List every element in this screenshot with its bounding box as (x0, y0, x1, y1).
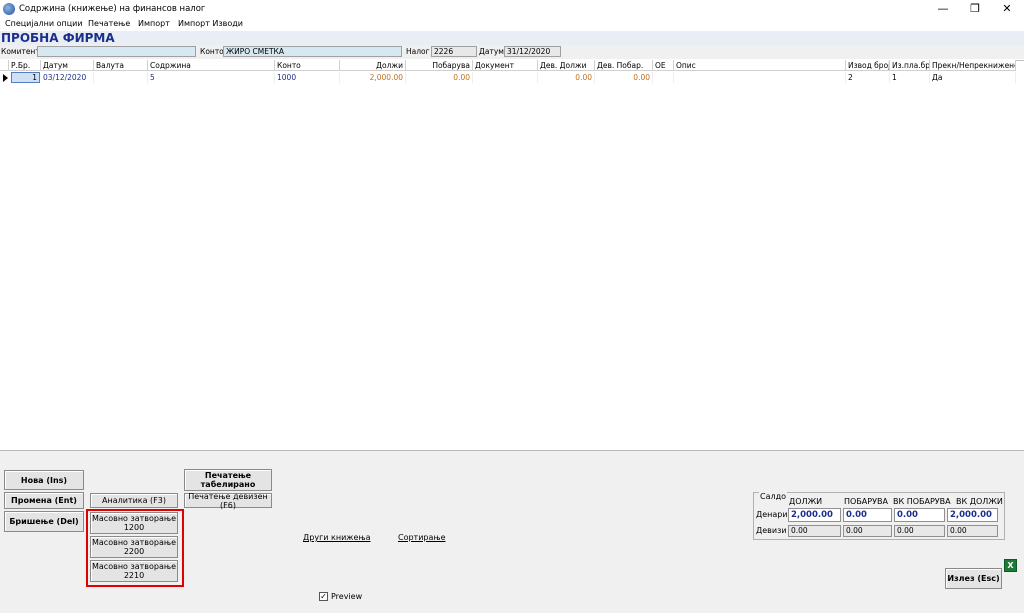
edit-button[interactable]: Промена (Ent) (4, 492, 84, 509)
row-statement-no-cell[interactable]: 2 (846, 72, 890, 83)
komitent-label: Комитент (1, 47, 40, 56)
current-row-indicator-icon (3, 74, 8, 82)
balance-header-total-debit: ВК ДОЛЖИ (956, 497, 1003, 506)
column-header-rbr[interactable]: Р.Бр. (9, 60, 41, 71)
menu-import-statements[interactable]: Импорт Изводи (178, 19, 243, 28)
balance-denari-label: Денари (756, 510, 788, 519)
column-header-fx-debit[interactable]: Дев. Должи (538, 60, 595, 71)
balance-denari-total-credit[interactable]: 0.00 (894, 508, 945, 522)
minimize-button[interactable]: — (928, 0, 958, 18)
balance-devizi-total-credit[interactable]: 0.00 (894, 525, 945, 537)
row-date-cell[interactable]: 03/12/2020 (41, 72, 94, 83)
row-oe-cell[interactable] (653, 72, 674, 83)
column-header-fx-credit[interactable]: Дев. Побар. (595, 60, 653, 71)
balance-denari-credit[interactable]: 0.00 (843, 508, 892, 522)
exit-button[interactable]: Излез (Esc) (945, 568, 1002, 589)
excel-export-icon[interactable]: X (1004, 559, 1017, 572)
sorting-link[interactable]: Сортирање (398, 533, 446, 542)
row-debit-cell[interactable]: 2,000.00 (340, 72, 406, 83)
balance-devizi-credit[interactable]: 0.00 (843, 525, 892, 537)
analytics-button[interactable]: Аналитика (F3) (90, 493, 178, 508)
row-document-cell[interactable] (473, 72, 538, 83)
window-title: Содржина (книжење) на финансов налог (19, 4, 206, 14)
balance-header-debit: ДОЛЖИ (789, 497, 823, 506)
konto-field[interactable]: ЖИРО СМЕТКА (223, 46, 402, 57)
column-header-credit[interactable]: Побарува (406, 60, 473, 71)
row-posted-cell[interactable]: Да (930, 72, 1016, 83)
column-header-date[interactable]: Датум (41, 60, 94, 71)
balance-title: Салдо (759, 492, 788, 501)
nalog-field[interactable]: 2226 (431, 46, 477, 57)
column-header-description[interactable]: Опис (674, 60, 846, 71)
datum-field[interactable]: 31/12/2020 (504, 46, 561, 57)
delete-button[interactable]: Бришење (Del) (4, 511, 84, 532)
new-button[interactable]: Нова (Ins) (4, 470, 84, 490)
menu-import[interactable]: Импорт (138, 19, 170, 28)
balance-devizi-label: Девизи (756, 526, 787, 535)
entries-grid[interactable] (0, 60, 1024, 450)
column-header-payment-no[interactable]: Из.пла.бр. (890, 60, 930, 71)
datum-label: Датум (479, 47, 504, 56)
balance-denari-debit[interactable]: 2,000.00 (788, 508, 841, 522)
print-tabulated-button[interactable]: Печатење табелирано (184, 469, 272, 491)
balance-header-credit: ПОБАРУВА (844, 497, 888, 506)
balance-denari-total-debit[interactable]: 2,000.00 (947, 508, 998, 522)
row-konto-cell[interactable]: 1000 (275, 72, 340, 83)
column-header-document[interactable]: Документ (473, 60, 538, 71)
preview-checkbox[interactable]: ✓ (319, 592, 328, 601)
balance-header-total-credit: ВК ПОБАРУВА (893, 497, 951, 506)
column-header-oe[interactable]: ОЕ (653, 60, 674, 71)
row-currency-cell[interactable] (94, 72, 148, 83)
row-credit-cell[interactable]: 0.00 (406, 72, 473, 83)
column-header-statement-no[interactable]: Извод број (846, 60, 890, 71)
firm-band (0, 31, 1024, 45)
print-tabulated-label-2: табелирано (200, 480, 256, 489)
row-content-cell[interactable]: 5 (148, 72, 275, 83)
close-button[interactable]: ✕ (992, 0, 1022, 18)
column-header-posted[interactable]: Прекн/Непрекнижено (930, 60, 1016, 71)
print-tabulated-label-1: Печатење (204, 471, 252, 480)
column-header-content[interactable]: Содржина (148, 60, 275, 71)
print-fx-button[interactable]: Печатење девизен (F6) (184, 492, 272, 510)
column-header-konto[interactable]: Конто (275, 60, 340, 71)
komitent-field[interactable] (37, 46, 196, 57)
balance-devizi-debit[interactable]: 0.00 (788, 525, 841, 537)
konto-label: Конто (200, 47, 224, 56)
nalog-label: Налог (406, 47, 430, 56)
row-fx-credit-cell[interactable]: 0.00 (595, 72, 653, 83)
row-rbr-cell[interactable]: 1 (11, 72, 40, 83)
column-header-currency[interactable]: Валута (94, 60, 148, 71)
restore-button[interactable]: ❐ (960, 0, 990, 18)
row-payment-no-cell[interactable]: 1 (890, 72, 930, 83)
menu-printing[interactable]: Печатење (88, 19, 130, 28)
menu-special-options[interactable]: Специјални опции (5, 19, 83, 28)
balance-devizi-total-debit[interactable]: 0.00 (947, 525, 998, 537)
highlight-box (86, 509, 184, 587)
column-header-indicator (0, 60, 9, 71)
preview-label: Preview (331, 592, 363, 601)
row-fx-debit-cell[interactable]: 0.00 (538, 72, 595, 83)
app-icon (3, 3, 15, 15)
row-description-cell[interactable] (674, 72, 846, 83)
column-header-debit[interactable]: Должи (340, 60, 406, 71)
firm-name: ПРОБНА ФИРМА (1, 31, 115, 45)
other-entries-link[interactable]: Други книжења (303, 533, 371, 542)
